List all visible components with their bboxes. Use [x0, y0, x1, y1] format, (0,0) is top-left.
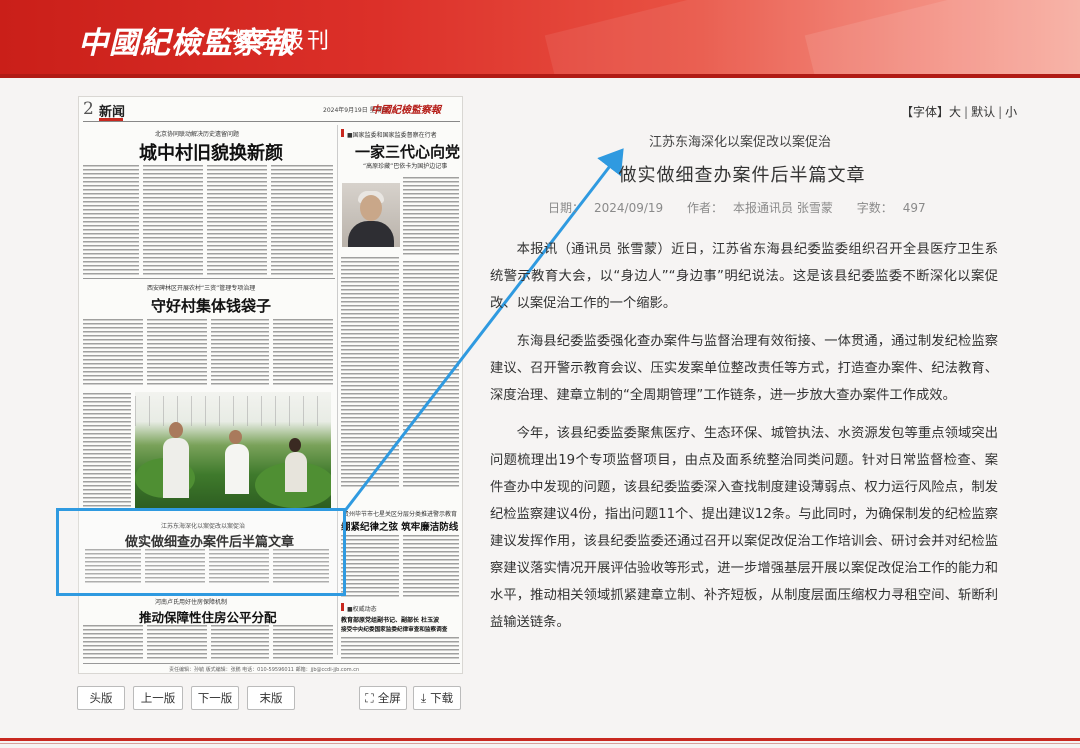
story-body[interactable] [341, 637, 459, 659]
font-size-controls: 【字体】大 | 默认 | 小 [901, 105, 1018, 119]
download-button[interactable]: ⤓ 下载 [413, 686, 461, 710]
page-footer: 责任编辑：孙毓 版式编辑：张鹏 电话：010-59596011 邮箱：jjb@c… [169, 667, 360, 673]
font-size-label: 【字体】 [901, 105, 950, 119]
download-icon: ⤓ [420, 690, 427, 705]
story-headline[interactable]: 接受中央纪委国家监委纪律审查和监察调查 [341, 625, 447, 633]
story-body[interactable] [211, 319, 269, 387]
story-marker [341, 603, 344, 611]
story-headline[interactable]: 教育部原党组副书记、副部长 杜玉波 [341, 615, 439, 624]
article-date: 日期： 2024/09/19 [548, 201, 664, 215]
last-page-button[interactable]: 末版 [247, 686, 295, 710]
page-number: 2 [83, 99, 94, 119]
fullscreen-button[interactable]: ⛶ 全屏 [359, 686, 407, 710]
article-word-count: 字数： 497 [856, 201, 926, 215]
next-page-button[interactable]: 下一版 [191, 686, 239, 710]
article-kicker: 江苏东海深化以案促改以案促治 [648, 135, 831, 150]
story-kicker: 贵州毕节市七星关区分层分类推进警示教育 [343, 511, 458, 518]
article-paragraph: 今年，该县纪委监委聚焦医疗、生态环保、城管执法、水资源发包等重点领域突出问题梳理… [490, 426, 998, 630]
fullscreen-icon: ⛶ [365, 690, 374, 705]
article-paragraph: 东海县纪委监委强化查办案件与监督治理有效衔接、一体贯通，通过制发纪检监察建议、召… [490, 334, 998, 403]
font-size-small-button[interactable]: 小 [1005, 105, 1017, 119]
story-separator [83, 278, 335, 279]
story-kicker: 河南卢氏用好住房保障机制 [155, 599, 228, 606]
article-body: 本报讯（通讯员 张雪蒙）近日，江苏省东海县纪委监委组织召开全县医疗卫生系统警示教… [490, 236, 998, 647]
garden-photo[interactable] [135, 392, 331, 510]
story-body[interactable] [147, 625, 207, 661]
story-body[interactable] [83, 625, 143, 661]
portrait-photo[interactable] [342, 183, 400, 247]
font-size-large-button[interactable]: 大 [949, 105, 961, 119]
story-body[interactable] [403, 261, 459, 487]
story-body[interactable] [403, 177, 459, 257]
article-paragraph: 本报讯（通讯员 张雪蒙）近日，江苏省东海县纪委监委组织召开全县医疗卫生系统警示教… [490, 242, 998, 311]
story-kicker: ■权威动态 [347, 606, 377, 613]
story-body[interactable] [147, 319, 207, 387]
story-headline[interactable]: 推动保障性住房公平分配 [139, 607, 277, 626]
brand-subtitle: 数字报刊 [232, 29, 333, 54]
story-body[interactable] [341, 257, 399, 487]
first-page-button[interactable]: 头版 [77, 686, 125, 710]
story-body[interactable] [403, 535, 459, 597]
story-body[interactable] [211, 625, 269, 661]
story-body[interactable] [83, 319, 143, 387]
story-body[interactable] [273, 625, 333, 661]
article-meta: 日期： 2024/09/19 作者： 本报通讯员 张雪蒙 字数： 497 [548, 199, 946, 216]
header-rule [0, 74, 1080, 78]
selected-article-highlight[interactable] [56, 508, 346, 596]
story-body[interactable] [273, 319, 333, 387]
prev-page-button[interactable]: 上一版 [133, 686, 183, 710]
story-kicker: 西安碑林区开展农村“三资”管理专项治理 [147, 285, 256, 292]
article-author: 作者： 本报通讯员 张雪蒙 [687, 201, 833, 215]
page-masthead: 中國紀檢監察報 [371, 105, 441, 116]
site-header: 中國紀檢監察報 数字报刊 [0, 0, 1080, 74]
article-title: 做实做细查办案件后半篇文章 [618, 165, 866, 186]
font-size-default-button[interactable]: 默认 [971, 105, 995, 119]
footer-rule [0, 738, 1080, 741]
story-body[interactable] [341, 535, 399, 597]
page-top-rule [83, 121, 460, 122]
story-headline[interactable]: 绷紧纪律之弦 筑牢廉洁防线 [341, 519, 458, 533]
story-body[interactable] [83, 393, 131, 513]
digital-newspaper-reader: 中國紀檢監察報 数字报刊 2 新闻 2024年9月19日 星期四 中國紀檢監察報… [0, 0, 1080, 748]
page-bottom-rule [83, 663, 460, 664]
story-headline[interactable]: 守好村集体钱袋子 [151, 295, 271, 316]
footer-rule-thin [0, 743, 1080, 744]
